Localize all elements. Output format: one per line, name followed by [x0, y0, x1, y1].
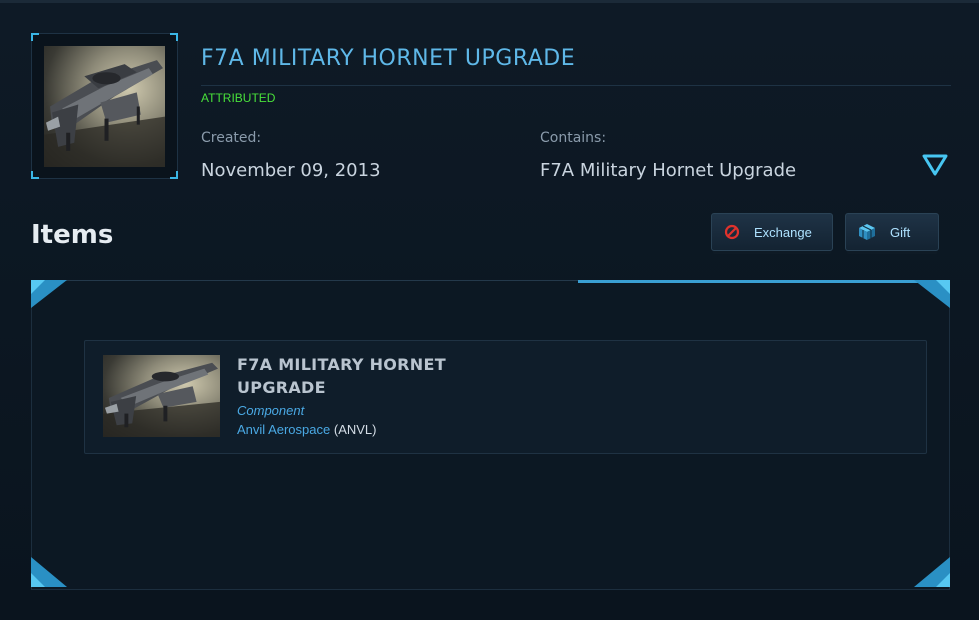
- pledge-title: F7A MILITARY HORNET UPGRADE: [201, 46, 576, 71]
- item-name: F7A MILITARY HORNET UPGRADE: [237, 355, 446, 397]
- items-heading: Items: [31, 220, 114, 250]
- gift-label: Gift: [890, 224, 911, 240]
- corner-bracket: [170, 33, 178, 41]
- panel-accent-bar: [578, 280, 950, 283]
- created-value: November 09, 2013: [201, 160, 381, 181]
- manufacturer-code: ANVL: [338, 422, 373, 437]
- manufacturer-code-close: ): [372, 422, 377, 437]
- divider: [201, 85, 951, 86]
- contains-value: F7A Military Hornet Upgrade: [540, 160, 797, 181]
- gift-cube-icon: [859, 224, 875, 240]
- item-type: Component: [237, 403, 305, 418]
- exchange-button[interactable]: Exchange: [711, 213, 833, 251]
- triangle-down-icon[interactable]: [922, 153, 948, 177]
- panel-corner-icon: [31, 280, 67, 308]
- manufacturer-name: Anvil Aerospace: [237, 422, 331, 437]
- gift-button[interactable]: Gift: [845, 213, 939, 251]
- item-manufacturer: Anvil Aerospace (ANVL): [237, 422, 377, 437]
- list-item[interactable]: F7A MILITARY HORNET UPGRADE Component An…: [84, 340, 927, 454]
- pledge-thumbnail: [31, 33, 178, 179]
- prohibited-icon: [724, 224, 740, 240]
- contains-label: Contains:: [540, 130, 607, 146]
- panel-corner-icon: [914, 280, 950, 308]
- corner-bracket: [170, 171, 178, 179]
- panel-corner-icon: [914, 557, 950, 587]
- ship-image: [44, 46, 165, 167]
- created-label: Created:: [201, 130, 262, 146]
- panel-corner-icon: [31, 557, 67, 587]
- item-image: [103, 355, 220, 437]
- exchange-label: Exchange: [754, 224, 812, 240]
- corner-bracket: [31, 33, 39, 41]
- manufacturer-code-open: (: [330, 422, 339, 437]
- corner-bracket: [31, 171, 39, 179]
- status-badge: ATTRIBUTED: [201, 91, 276, 105]
